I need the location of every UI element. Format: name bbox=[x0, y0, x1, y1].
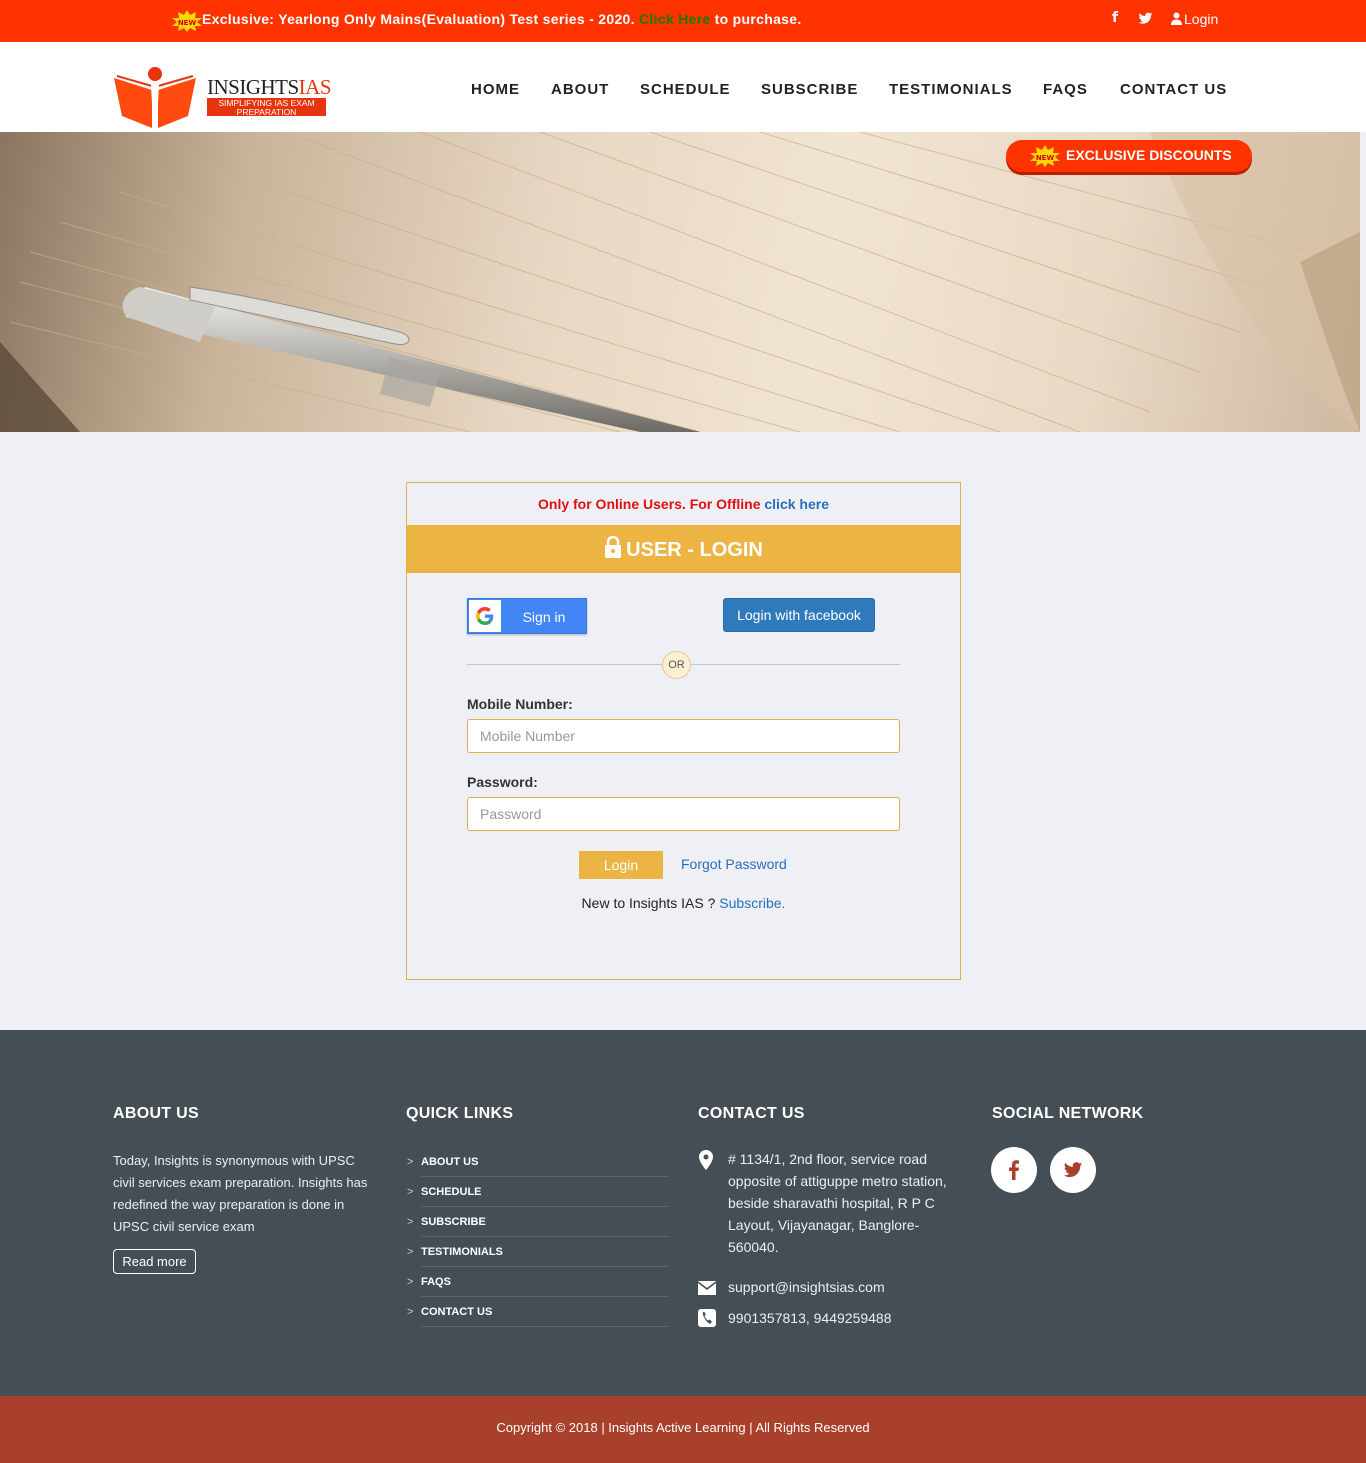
quick-link-label: TESTIMONIALS bbox=[421, 1246, 503, 1258]
hero-banner: NEW EXCLUSIVE DISCOUNTS bbox=[0, 132, 1360, 432]
copyright-bar: Copyright © 2018 | Insights Active Learn… bbox=[0, 1396, 1366, 1463]
exclusive-discounts-button[interactable]: NEW EXCLUSIVE DISCOUNTS bbox=[1006, 140, 1252, 172]
mobile-number-label: Mobile Number: bbox=[467, 696, 573, 712]
user-icon bbox=[1171, 12, 1182, 25]
contact-email-text[interactable]: support@insightsias.com bbox=[728, 1276, 958, 1298]
exclusive-discounts-label: EXCLUSIVE DISCOUNTS bbox=[1066, 147, 1232, 163]
nav-faqs[interactable]: FAQS bbox=[1043, 81, 1088, 98]
contact-address-text: # 1134/1, 2nd floor, service road opposi… bbox=[728, 1151, 947, 1255]
quick-link-testimonials[interactable]: > TESTIMONIALS bbox=[407, 1237, 668, 1267]
top-login-link[interactable]: Login bbox=[1171, 11, 1218, 27]
facebook-login-button[interactable]: Login with facebook bbox=[723, 598, 875, 632]
top-promo-bar: NEW Exclusive: Yearlong Only Mains(Evalu… bbox=[0, 0, 1366, 42]
nav-testimonials[interactable]: TESTIMONIALS bbox=[889, 81, 1013, 98]
map-pin-icon bbox=[699, 1150, 713, 1170]
quick-links-list: > ABOUT US > SCHEDULE > SUBSCRIBE > TESTIMON… bbox=[406, 1147, 668, 1327]
promo-click-here-link[interactable]: Click Here bbox=[639, 11, 710, 27]
logo-tagline: SIMPLIFYING IAS EXAM PREPARATION bbox=[207, 98, 326, 117]
top-login-label: Login bbox=[1184, 11, 1219, 27]
facebook-icon[interactable]: f bbox=[1112, 10, 1118, 26]
quick-link-contact-us[interactable]: > CONTACT US bbox=[407, 1297, 668, 1327]
quick-link-label: SUBSCRIBE bbox=[421, 1216, 486, 1228]
nav-home[interactable]: HOME bbox=[471, 81, 520, 98]
forgot-password-link[interactable]: Forgot Password bbox=[681, 856, 787, 872]
chevron-right-icon: > bbox=[407, 1306, 414, 1318]
logo-brand-accent: IAS bbox=[298, 75, 332, 99]
new-user-prompt: New to Insights IAS ? Subscribe. bbox=[407, 895, 960, 911]
read-more-button[interactable]: Read more bbox=[113, 1249, 196, 1274]
chevron-right-icon: > bbox=[407, 1246, 414, 1258]
pen-and-notebook-image bbox=[0, 132, 1360, 432]
google-icon-box bbox=[469, 600, 501, 632]
contact-phone-text: 9901357813, 9449259488 bbox=[728, 1310, 892, 1326]
lock-icon bbox=[605, 535, 622, 558]
new-badge-icon: NEW bbox=[172, 10, 202, 32]
quick-link-about-us[interactable]: > ABOUT US bbox=[407, 1147, 668, 1177]
login-title: USER - LOGIN bbox=[626, 539, 763, 561]
insightsias-logo[interactable]: INSIGHTSIAS SIMPLIFYING IAS EXAM PREPARA… bbox=[112, 64, 332, 130]
nav-contact-us[interactable]: CONTACT US bbox=[1120, 81, 1227, 98]
chevron-right-icon: > bbox=[407, 1156, 414, 1168]
login-button[interactable]: Login bbox=[579, 851, 663, 879]
mobile-number-input[interactable] bbox=[467, 719, 900, 753]
login-heading: USER - LOGIN bbox=[407, 525, 960, 573]
twitter-icon[interactable] bbox=[1138, 11, 1153, 26]
footer-about-heading: ABOUT US bbox=[113, 1105, 199, 1122]
chevron-right-icon: > bbox=[407, 1186, 414, 1198]
site-footer: ABOUT US Today, Insights is synonymous w… bbox=[0, 1030, 1366, 1396]
footer-twitter-button[interactable] bbox=[1050, 1147, 1096, 1193]
open-book-logo-icon bbox=[114, 67, 196, 128]
site-header: INSIGHTSIAS SIMPLIFYING IAS EXAM PREPARA… bbox=[0, 42, 1366, 132]
promo-suffix: to purchase. bbox=[710, 11, 802, 27]
quick-link-label: FAQS bbox=[421, 1276, 451, 1288]
svg-text:NEW: NEW bbox=[178, 19, 197, 27]
google-sign-in-label: Sign in bbox=[522, 609, 566, 625]
subscribe-link[interactable]: Subscribe. bbox=[719, 895, 785, 911]
footer-contact-heading: CONTACT US bbox=[698, 1105, 805, 1122]
facebook-icon bbox=[1009, 1160, 1019, 1180]
quick-link-label: SCHEDULE bbox=[421, 1186, 482, 1198]
quick-link-label: CONTACT US bbox=[421, 1306, 493, 1318]
nav-schedule[interactable]: SCHEDULE bbox=[640, 81, 731, 98]
footer-facebook-button[interactable] bbox=[991, 1147, 1037, 1193]
promo-prefix: Exclusive: Yearlong Only Mains(Evaluatio… bbox=[202, 11, 639, 27]
offline-notice: Only for Online Users. For Offline click… bbox=[407, 496, 960, 512]
nav-about[interactable]: ABOUT bbox=[551, 81, 609, 98]
offline-click-here-link[interactable]: click here bbox=[764, 496, 829, 512]
quick-link-schedule[interactable]: > SCHEDULE bbox=[407, 1177, 668, 1207]
new-badge-icon: NEW bbox=[1030, 145, 1060, 167]
logo-brand-main: INSIGHTS bbox=[207, 75, 299, 99]
quick-link-faqs[interactable]: > FAQS bbox=[407, 1267, 668, 1297]
chevron-right-icon: > bbox=[407, 1276, 414, 1288]
footer-quick-links-heading: QUICK LINKS bbox=[406, 1105, 514, 1122]
twitter-icon bbox=[1063, 1162, 1083, 1177]
or-badge: OR bbox=[662, 651, 691, 679]
offline-text: Only for Online Users. For Offline bbox=[538, 496, 765, 512]
new-user-text: New to Insights IAS ? bbox=[581, 895, 720, 911]
google-icon bbox=[476, 607, 494, 625]
chevron-right-icon: > bbox=[407, 1216, 414, 1228]
login-panel: Only for Online Users. For Offline click… bbox=[406, 482, 961, 980]
promo-text: Exclusive: Yearlong Only Mains(Evaluatio… bbox=[202, 11, 802, 27]
svg-text:NEW: NEW bbox=[1036, 154, 1055, 162]
footer-social-heading: SOCIAL NETWORK bbox=[992, 1105, 1144, 1122]
envelope-icon bbox=[698, 1281, 716, 1295]
quick-link-label: ABOUT US bbox=[421, 1156, 479, 1168]
logo-brand: INSIGHTSIAS bbox=[207, 75, 332, 100]
google-sign-in-button[interactable]: Sign in bbox=[467, 598, 587, 634]
nav-subscribe[interactable]: SUBSCRIBE bbox=[761, 81, 858, 98]
phone-icon bbox=[698, 1309, 716, 1327]
password-label: Password: bbox=[467, 774, 538, 790]
password-input[interactable] bbox=[467, 797, 900, 831]
quick-link-subscribe[interactable]: > SUBSCRIBE bbox=[407, 1207, 668, 1237]
footer-about-text: Today, Insights is synonymous with UPSC … bbox=[113, 1153, 368, 1234]
